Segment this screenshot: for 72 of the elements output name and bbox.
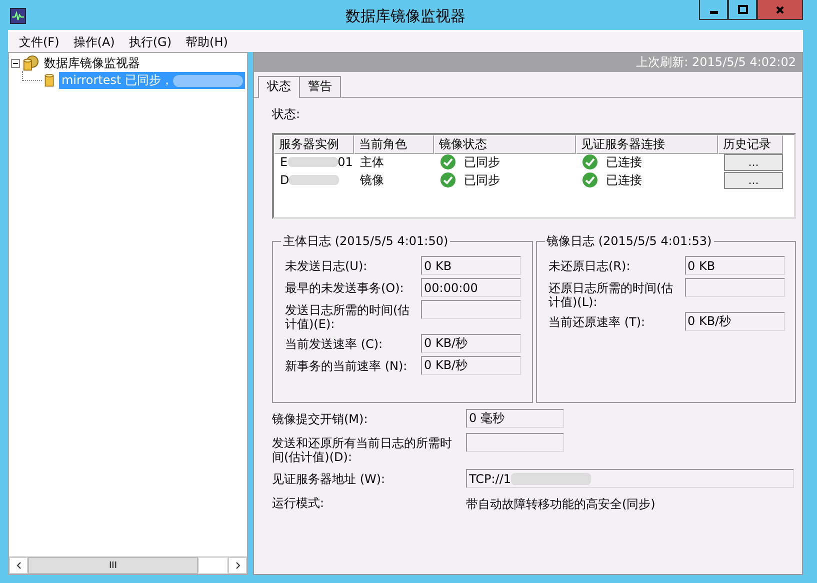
readonly-field[interactable] (421, 300, 521, 319)
column-header[interactable]: 镜像状态 (434, 135, 576, 154)
tree-item[interactable]: 数据库镜像监视器 (42, 55, 142, 72)
readonly-field[interactable] (684, 278, 784, 297)
last-refresh-text: 上次刷新: 2015/5/5 4:02:02 (636, 54, 796, 71)
group-title: 镜像日志 (2015/5/5 4:01:53) (546, 233, 713, 250)
mirror-state-text: 已同步 (464, 172, 500, 188)
readonly-field[interactable]: 0 KB/秒 (421, 334, 521, 353)
check-icon (440, 172, 456, 188)
menu-item[interactable]: 操作(A) (66, 34, 122, 50)
field-label: 发送日志所需的时间(估计值)(E): (285, 302, 411, 331)
mirror-state-text: 已同步 (464, 154, 500, 170)
field-label: 新事务的当前速率 (N): (285, 358, 408, 373)
witness-state-text: 已连接 (606, 154, 642, 170)
readonly-field[interactable]: TCP://1 (466, 469, 794, 488)
check-icon (582, 172, 598, 188)
chevron-right-icon (234, 561, 240, 570)
history-button[interactable]: ... (724, 154, 783, 170)
minimize-button[interactable] (699, 0, 728, 20)
field-label: 发送和还原所有当前日志的所需时间(估计值)(D): (272, 435, 453, 464)
redaction-blur (289, 175, 340, 185)
readonly-field[interactable]: 00:00:00 (421, 278, 521, 297)
field-label: 见证服务器地址 (W): (272, 471, 386, 486)
group-title: 主体日志 (2015/5/5 4:01:50) (282, 233, 450, 250)
tab[interactable]: 状态 (258, 76, 300, 98)
server-instance: E (280, 155, 288, 169)
field-label: 镜像提交开销(M): (272, 411, 369, 426)
scroll-right-button[interactable] (228, 557, 247, 574)
column-header[interactable]: 历史记录 (718, 135, 783, 154)
status-label: 状态: (272, 106, 300, 123)
readonly-field[interactable]: 0 毫秒 (466, 409, 564, 428)
field-label: 当前发送速率 (C): (285, 336, 384, 351)
field-label: 未还原日志(R): (548, 258, 632, 273)
check-icon (440, 154, 456, 170)
scroll-left-button[interactable] (9, 557, 28, 574)
server-instance: D (280, 173, 290, 187)
maximize-icon (736, 4, 748, 16)
field-label: 当前还原速率 (T): (548, 314, 646, 329)
readonly-field[interactable]: 0 KB/秒 (421, 356, 521, 375)
database-server-icon (22, 55, 39, 72)
chevron-left-icon (16, 561, 22, 570)
readonly-field[interactable]: 0 KB/秒 (684, 312, 784, 331)
app-icon (10, 8, 26, 24)
field-label: 最早的未发送事务(O): (285, 280, 405, 295)
field-label: 还原日志所需的时间(估计值)(L): (548, 280, 674, 309)
redaction-blur (288, 157, 338, 167)
collapse-icon[interactable] (11, 59, 20, 68)
readonly-field[interactable] (466, 433, 564, 452)
menu-item[interactable]: 帮助(H) (178, 34, 235, 50)
role-text: 镜像 (360, 172, 384, 188)
menu-item[interactable]: 文件(F) (12, 34, 66, 50)
check-icon (582, 154, 598, 170)
close-button[interactable] (757, 0, 803, 20)
tab[interactable]: 警告 (299, 76, 341, 97)
scrollbar-thumb[interactable]: III (28, 557, 198, 574)
column-header[interactable]: 当前角色 (354, 135, 434, 154)
readonly-field[interactable]: 0 KB (421, 256, 521, 275)
field-label: 运行模式: (272, 495, 326, 510)
close-icon (774, 4, 786, 16)
column-header[interactable]: 见证服务器连接 (576, 135, 718, 154)
column-header[interactable]: 服务器实例 (274, 135, 354, 154)
mode-text: 带自动故障转移功能的高安全(同步) (466, 496, 656, 513)
witness-state-text: 已连接 (606, 172, 642, 188)
field-label: 未发送日志(U): (285, 258, 368, 273)
minimize-icon (710, 10, 718, 14)
menu-item[interactable]: 执行(G) (122, 34, 179, 50)
history-button[interactable]: ... (724, 172, 783, 188)
readonly-field[interactable]: 0 KB (684, 256, 784, 275)
role-text: 主体 (360, 154, 384, 170)
server-instance: 01 (338, 155, 353, 169)
horizontal-scrollbar[interactable]: III (9, 556, 247, 574)
window-title: 数据库镜像监视器 (346, 7, 466, 26)
